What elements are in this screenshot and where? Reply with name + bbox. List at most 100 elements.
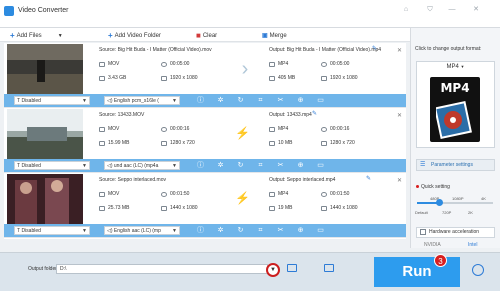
subtitle-select[interactable]: T Disabled ▼ [14,96,90,105]
source-info: Source: 13433.MOV MOV 00:00:16 15.99 MB … [89,110,249,158]
quick-setting-label: Quick setting [421,184,450,190]
subtitle-add-icon[interactable]: ▭ [316,161,325,170]
info-icon[interactable]: ⓘ [196,96,205,105]
format-icon [99,61,105,67]
subtitle-add-icon[interactable]: ▭ [316,226,325,235]
effects-icon[interactable]: ✲ [216,161,225,170]
remove-row-icon[interactable]: ✕ [397,177,402,184]
gift-icon[interactable]: ⌂ [400,5,412,15]
source-duration: 00:00:16 [170,126,190,132]
cart-icon[interactable]: ⛉ [424,5,436,15]
sliders-icon: ☰ [420,162,426,168]
rotate-icon[interactable]: ↻ [236,161,245,170]
audio-value: English pcm_s16le ( [113,98,159,104]
watermark-icon[interactable]: ⊕ [296,161,305,170]
source-format: MOV [108,191,120,197]
clear-label: Clear [202,32,218,39]
plus-icon: + [108,30,113,40]
gpu-vendors: NVIDIA Intel [416,241,495,250]
edit-output-icon[interactable]: ✎ [372,45,377,52]
trim-icon[interactable]: ✂ [276,96,285,105]
quality-4k: 4K [481,196,486,201]
output-folder-dropdown-button[interactable]: ▼ [266,263,280,277]
audio-select[interactable]: ◁) English aac (LC) (mp ▼ [104,226,180,235]
merge-label: Merge [269,32,287,39]
remove-row-icon[interactable]: ✕ [397,47,402,54]
close-icon[interactable]: ✕ [470,5,482,15]
format-icon [269,61,275,67]
trim-icon[interactable]: ✂ [276,226,285,235]
video-thumbnail[interactable] [7,44,83,94]
output-resolution: 1280 x 720 [330,140,355,146]
alarm-clock-icon[interactable] [472,264,484,276]
subtitle-select[interactable]: T Disabled ▼ [14,226,90,235]
subtitle-add-icon[interactable]: ▭ [316,96,325,105]
rotate-icon[interactable]: ↻ [236,96,245,105]
audio-icon: ◁) [107,228,114,234]
clock-icon [161,126,167,132]
audio-icon: ◁) [107,163,114,169]
quality-default: Default [415,210,428,215]
clock-icon [161,61,167,67]
crop-icon[interactable]: ⌗ [256,226,265,235]
watermark-icon[interactable]: ⊕ [296,96,305,105]
merge-button[interactable]: ▣ Merge [262,31,287,40]
add-video-folder-button[interactable]: + Add Video Folder [108,31,161,40]
info-icon[interactable]: ⓘ [196,161,205,170]
video-thumbnail[interactable] [7,174,83,224]
audio-select[interactable]: ◁) English pcm_s16le (▼ [104,96,180,105]
edit-output-icon[interactable]: ✎ [366,175,371,182]
crop-icon[interactable]: ⌗ [256,161,265,170]
parameter-settings-button[interactable]: ☰ Parameter settings [416,159,495,171]
output-path: Output: 13433.mp4 [269,112,312,118]
clock-icon [321,191,327,197]
chevron-down-icon[interactable]: ▼ [58,33,63,39]
run-button[interactable]: Run [374,257,460,287]
format-hint: Click to change output format: [415,46,482,52]
output-format-label[interactable]: MP4 ▼ [416,64,495,73]
nvidia-logo: NVIDIA [424,242,441,248]
quality-2k: 2K [468,210,473,215]
watermark-icon[interactable]: ⊕ [296,226,305,235]
minimize-icon[interactable]: — [446,5,458,15]
row-toolbar: T Disabled ▼ ◁) English pcm_s16le (▼ ⓘ ✲ … [4,94,406,107]
output-path: Output: Seppo interlaced.mp4 [269,177,336,183]
browse-folder-icon[interactable] [324,264,334,272]
trash-icon: ■ [196,30,201,40]
output-folder-input[interactable]: D:\ [56,264,268,274]
add-files-button[interactable]: + Add Files ▼ [10,31,63,40]
audio-select[interactable]: ◁) und aac (LC) (mp4a ▼ [104,161,180,170]
mp4-format-icon[interactable]: MP4 [430,77,480,142]
file-row[interactable]: Source: 13433.MOV MOV 00:00:16 15.99 MB … [4,108,406,173]
remove-row-icon[interactable]: ✕ [397,112,402,119]
folder-icon [269,205,275,211]
crop-icon[interactable]: ⌗ [256,96,265,105]
clear-button[interactable]: ■ Clear [196,31,217,40]
output-duration: 00:00:16 [330,126,350,132]
resolution-icon [161,140,167,146]
output-format: MP4 [278,191,289,197]
quality-slider-handle[interactable] [436,199,443,206]
rotate-icon[interactable]: ↻ [236,226,245,235]
subtitle-select[interactable]: T Disabled ▼ [14,161,90,170]
trim-icon[interactable]: ✂ [276,161,285,170]
chevron-down-icon: ▼ [460,64,465,69]
gpu-acceleration-icon: ⚡ [235,191,250,205]
info-icon[interactable]: ⓘ [196,226,205,235]
hardware-acceleration-toggle[interactable]: Hardware acceleration [416,227,495,238]
chevron-down-icon: ▼ [82,98,87,104]
video-thumbnail[interactable] [7,109,83,159]
source-size: 15.99 MB [108,140,130,146]
effects-icon[interactable]: ✲ [216,226,225,235]
output-size: 19 MB [278,205,293,211]
mp4-card-label: MP4 [440,81,470,95]
file-row[interactable]: Source: Seppo interlaced.mov MOV 00:01:5… [4,173,406,238]
open-folder-icon[interactable] [287,264,297,272]
effects-icon[interactable]: ✲ [216,96,225,105]
chevron-down-icon: ▼ [82,163,87,169]
merge-icon: ▣ [262,32,268,39]
edit-output-icon[interactable]: ✎ [312,110,317,117]
format-icon [269,191,275,197]
file-row[interactable]: Source: Big Hit Buda - I Matter (Officia… [4,43,406,108]
folder-icon [269,140,275,146]
